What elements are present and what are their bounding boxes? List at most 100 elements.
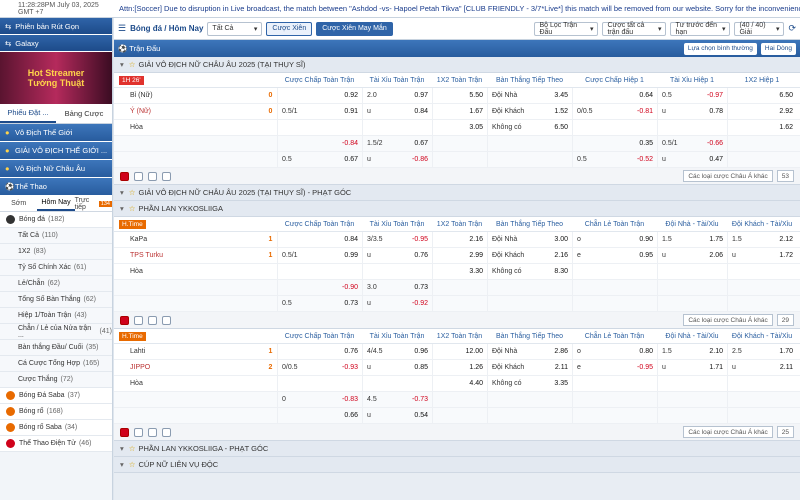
- odds-value[interactable]: 6.50: [554, 124, 568, 131]
- sport-item[interactable]: Thể Thao Điện Tử (46): [0, 436, 112, 452]
- market-item[interactable]: Chẵn / Lẻ của Nửa trận ... (41): [0, 324, 112, 340]
- market-item[interactable]: Tổng Số Bàn Thắng (62): [0, 292, 112, 308]
- odds-cell[interactable]: 5.50: [432, 88, 487, 103]
- odds-value[interactable]: 0.73: [344, 300, 358, 307]
- star-icon[interactable]: ☆: [129, 444, 136, 453]
- odds-cell[interactable]: 2.99: [432, 248, 487, 263]
- lucky-parlay-button[interactable]: Cược Xiên May Mắn: [316, 21, 393, 36]
- tab-betslip[interactable]: Phiếu Đặt ...: [0, 104, 56, 123]
- league-header[interactable]: ▾ ☆ PHẦN LAN YKKOSLIIGA - PHẠT GÓC: [114, 441, 800, 457]
- odds-value[interactable]: -0.84: [342, 140, 358, 147]
- odds-cell[interactable]: 0.5 0.73: [277, 296, 362, 311]
- galaxy-button[interactable]: ⇆ Galaxy: [0, 35, 112, 52]
- odds-value[interactable]: 0.64: [639, 92, 653, 99]
- odds-cell[interactable]: u -0.92: [362, 296, 432, 311]
- odds-cell[interactable]: 4/4.5 0.96: [362, 344, 432, 359]
- odds-cell[interactable]: 1.67: [432, 104, 487, 119]
- odds-cell[interactable]: 2.16: [432, 232, 487, 247]
- odds-cell[interactable]: 3.30: [432, 264, 487, 279]
- odds-value[interactable]: 5.50: [469, 92, 483, 99]
- market-item[interactable]: Tất Cả (110): [0, 228, 112, 244]
- league-header[interactable]: ▾ ☆ PHẦN LAN YKKOSLIIGA: [114, 201, 800, 217]
- odds-cell[interactable]: 0.5 -0.97: [657, 88, 727, 103]
- odds-cell[interactable]: Đội Khách 2.11: [487, 360, 572, 375]
- odds-cell[interactable]: 0.5 -0.52: [572, 152, 657, 167]
- odds-value[interactable]: 3.05: [469, 124, 483, 131]
- selection-mode-button[interactable]: Lựa chọn bình thường: [683, 42, 757, 55]
- odds-value[interactable]: -0.86: [412, 156, 428, 163]
- sidebar-sports[interactable]: ⚽ Thể Thao: [0, 178, 112, 196]
- odds-value[interactable]: 8.30: [554, 268, 568, 275]
- odds-cell[interactable]: 0.64: [572, 88, 657, 103]
- odds-cell[interactable]: 4.40: [432, 376, 487, 391]
- chevron-down-icon[interactable]: ▾: [120, 204, 124, 213]
- sidebar-euro-women[interactable]: ● Vô Địch Nữ Châu Âu: [0, 160, 112, 178]
- odds-value[interactable]: 3.45: [554, 92, 568, 99]
- odds-cell[interactable]: 0.5/1 0.91: [277, 104, 362, 119]
- odds-cell[interactable]: u 1.71: [657, 360, 727, 375]
- odds-value[interactable]: 2.11: [780, 364, 793, 371]
- odds-cell[interactable]: 0.5/1 -0.66: [657, 136, 727, 151]
- odds-value[interactable]: 0.99: [344, 252, 358, 259]
- odds-cell[interactable]: 0/0.5 -0.93: [277, 360, 362, 375]
- market-item[interactable]: Cược Thắng (72): [0, 372, 112, 388]
- odds-value[interactable]: 2.10: [709, 348, 723, 355]
- info-icon[interactable]: [162, 427, 171, 437]
- odds-value[interactable]: 2.16: [469, 236, 483, 243]
- odds-cell[interactable]: Không có 6.50: [487, 120, 572, 135]
- odds-value[interactable]: 1.75: [709, 236, 723, 243]
- sport-football[interactable]: Bóng đá (182): [0, 212, 112, 228]
- league-header[interactable]: ▾ ☆ CÚP NỮ LIÊN VỤ ĐỘC: [114, 457, 800, 473]
- odds-value[interactable]: 0.76: [414, 252, 428, 259]
- tab-today[interactable]: Hôm Nay: [37, 196, 75, 211]
- odds-value[interactable]: 0.84: [344, 236, 358, 243]
- more-markets-count[interactable]: 53: [776, 170, 794, 182]
- odds-cell[interactable]: 1.5 2.10: [657, 344, 727, 359]
- odds-cell[interactable]: -0.90: [277, 280, 362, 295]
- odds-value[interactable]: 2.16: [554, 252, 568, 259]
- odds-value[interactable]: 0.73: [414, 284, 428, 291]
- odds-value[interactable]: -0.92: [412, 300, 428, 307]
- odds-value[interactable]: 1.52: [554, 108, 568, 115]
- odds-cell[interactable]: u 2.11: [727, 360, 797, 375]
- odds-value[interactable]: 2.06: [709, 252, 723, 259]
- star-icon[interactable]: ☆: [129, 204, 136, 213]
- odds-value[interactable]: 0.76: [344, 348, 358, 355]
- odds-cell[interactable]: u -0.86: [362, 152, 432, 167]
- odds-cell[interactable]: 1.26: [432, 360, 487, 375]
- chart-icon[interactable]: [148, 315, 157, 325]
- market-item[interactable]: Cá Cược Tổng Hợp (165): [0, 356, 112, 372]
- odds-value[interactable]: -0.97: [707, 92, 723, 99]
- odds-value[interactable]: 4.40: [469, 380, 483, 387]
- odds-value[interactable]: -0.90: [342, 284, 358, 291]
- odds-cell[interactable]: Đội Nhà 3.00: [487, 232, 572, 247]
- odds-cell[interactable]: 3.0 0.73: [362, 280, 432, 295]
- odds-value[interactable]: 2.86: [554, 348, 568, 355]
- odds-value[interactable]: -0.95: [637, 364, 653, 371]
- odds-value[interactable]: 0.90: [639, 236, 653, 243]
- live-tv-icon[interactable]: [134, 171, 143, 181]
- odds-cell[interactable]: u 0.47: [657, 152, 727, 167]
- star-icon[interactable]: ☆: [129, 460, 136, 469]
- odds-value[interactable]: -0.83: [342, 396, 358, 403]
- league-header[interactable]: ▾ ☆ GIẢI VÔ ĐỊCH NỮ CHÂU ÂU 2025 (TẠI THỤY…: [114, 57, 800, 73]
- tab-live[interactable]: Trực tiếp 134: [75, 196, 112, 211]
- odds-cell[interactable]: Đội Nhà 2.86: [487, 344, 572, 359]
- two-line-view-button[interactable]: Hai Dòng: [760, 42, 796, 55]
- odds-value[interactable]: 3.30: [469, 268, 483, 275]
- odds-value[interactable]: 0.84: [414, 108, 428, 115]
- odds-cell[interactable]: 1.5 1.75: [657, 232, 727, 247]
- odds-cell[interactable]: u 2.06: [657, 248, 727, 263]
- odds-value[interactable]: 0.67: [344, 156, 358, 163]
- odds-value[interactable]: 0.35: [639, 140, 653, 147]
- odds-cell[interactable]: o 0.80: [572, 344, 657, 359]
- odds-value[interactable]: 2.12: [779, 236, 793, 243]
- sport-item[interactable]: Bóng Đá Saba (37): [0, 388, 112, 404]
- chevron-down-icon[interactable]: ▾: [120, 60, 124, 69]
- odds-value[interactable]: 1.62: [779, 124, 793, 131]
- odds-value[interactable]: -0.81: [637, 108, 653, 115]
- odds-cell[interactable]: 4.5 -0.73: [362, 392, 432, 407]
- odds-cell[interactable]: 1.5/2 0.67: [362, 136, 432, 151]
- odds-value[interactable]: -0.95: [412, 236, 428, 243]
- odds-cell[interactable]: 1.5 2.12: [727, 232, 797, 247]
